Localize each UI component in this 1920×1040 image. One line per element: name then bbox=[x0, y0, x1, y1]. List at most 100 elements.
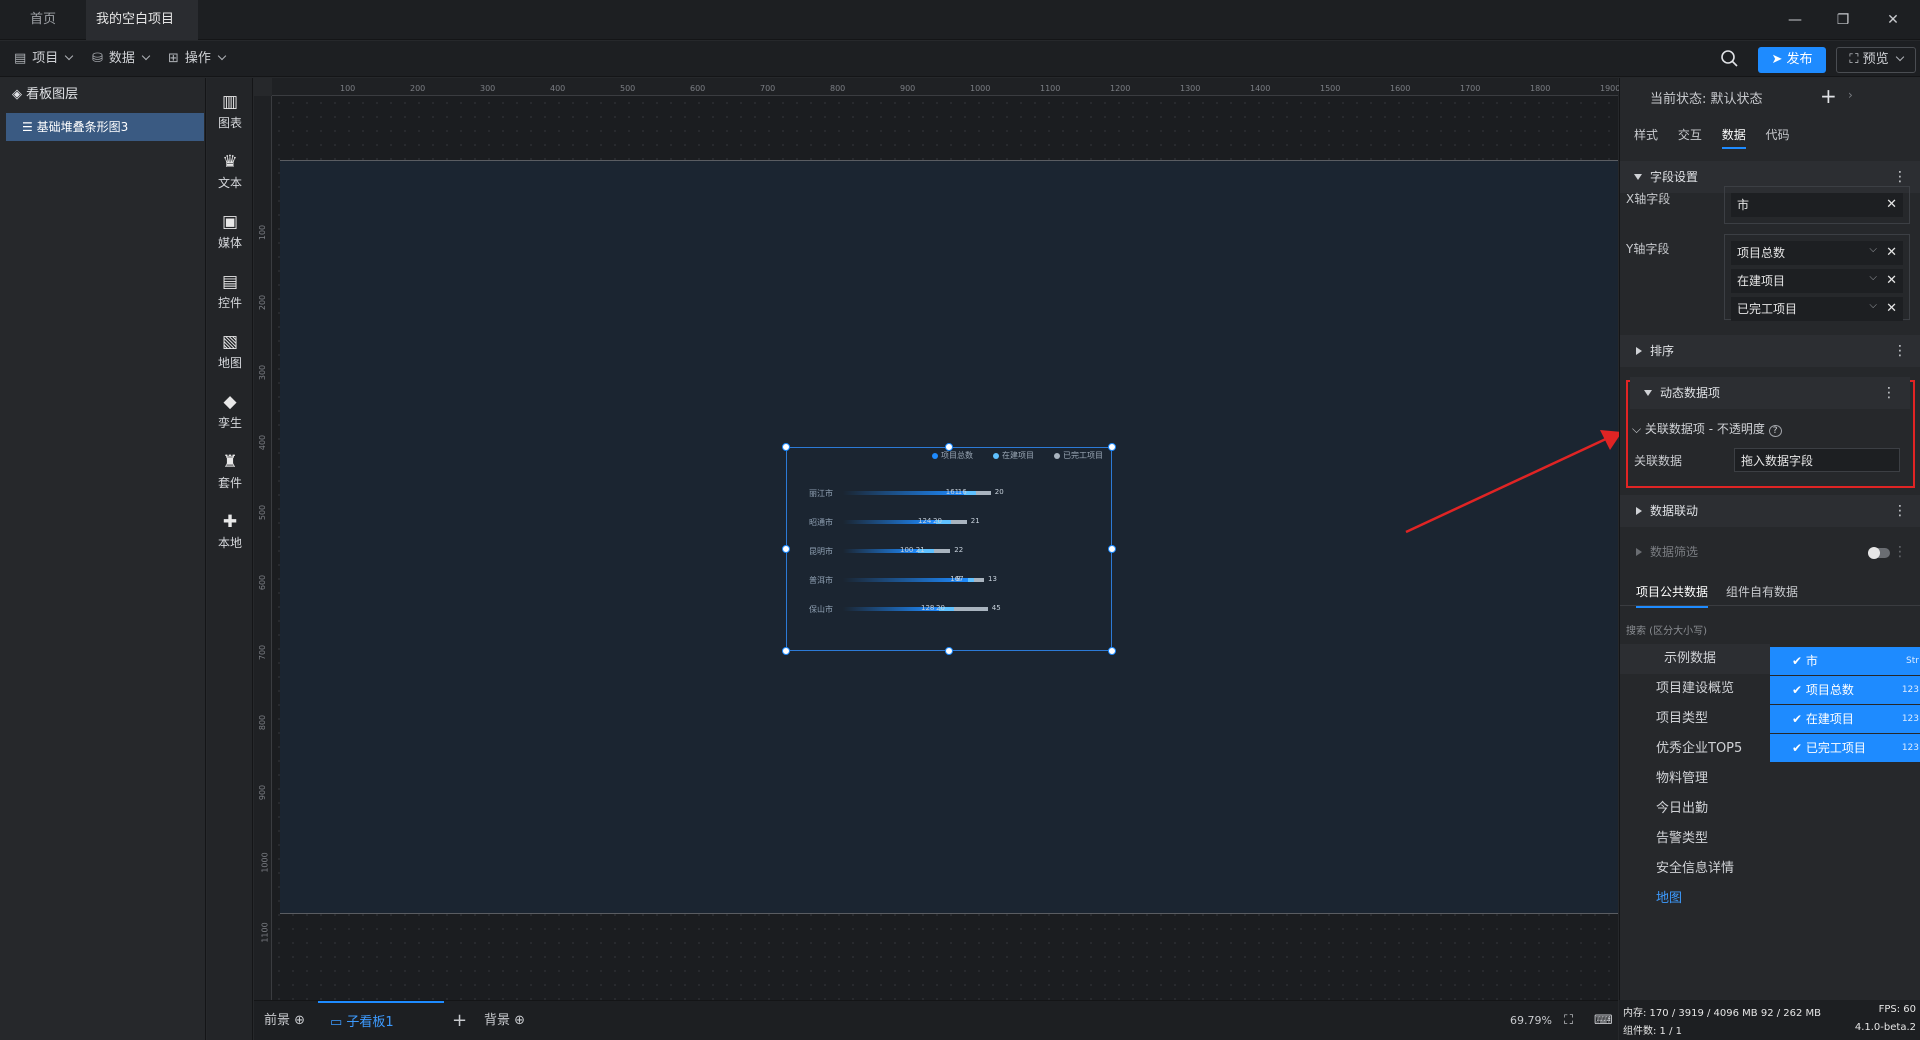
zoom-level[interactable]: 69.79% bbox=[1510, 1001, 1552, 1040]
tab-interaction[interactable]: 交互 bbox=[1678, 128, 1702, 142]
menu-project[interactable]: ▤ 项目 bbox=[14, 41, 74, 77]
front-tab[interactable]: 前景 ⊕ bbox=[264, 1001, 305, 1040]
ruler-horizontal[interactable]: 100 200 300 400 500 600 700 800 900 1000 1100 1200 1… bbox=[272, 78, 1620, 96]
selected-field-item[interactable]: ✔ 项目总数 123 bbox=[1770, 676, 1920, 704]
add-circle-icon[interactable]: ⊕ bbox=[514, 1013, 525, 1028]
resize-handle[interactable] bbox=[945, 647, 953, 655]
tool-control[interactable]: ▤ 控件 bbox=[207, 264, 253, 320]
tab-style[interactable]: 样式 bbox=[1634, 128, 1658, 142]
fit-screen-icon[interactable]: ⛶ bbox=[1564, 1001, 1573, 1040]
tab-public-data[interactable]: 项目公共数据 bbox=[1636, 583, 1709, 608]
tool-label: 媒体 bbox=[217, 236, 242, 250]
data-category-item[interactable]: 今日出勤 bbox=[1620, 794, 1770, 824]
field-type: 123 bbox=[1901, 714, 1919, 724]
y-field-chip[interactable]: 项目总数 ⌵ ✕ bbox=[1731, 241, 1903, 265]
y-field-chip[interactable]: 已完工项目 ⌵ ✕ bbox=[1731, 297, 1903, 321]
resize-handle[interactable] bbox=[1108, 545, 1116, 553]
x-field-box[interactable]: 市 ✕ bbox=[1724, 186, 1910, 224]
board-tab[interactable]: ▭ 子看板1 bbox=[318, 1001, 444, 1040]
tool-label: 地图 bbox=[217, 356, 242, 370]
more-icon[interactable]: ⋮ bbox=[1893, 495, 1907, 527]
close-icon[interactable]: ✕ bbox=[1880, 8, 1906, 32]
selected-field-item[interactable]: ✔ 已完工项目 123 bbox=[1770, 734, 1920, 762]
x-field-chip[interactable]: 市 ✕ bbox=[1731, 193, 1903, 217]
ruler-vertical[interactable]: 100 200 300 400 500 600 700 800 900 1000 1100 bbox=[254, 96, 272, 1000]
chevron-down-icon[interactable]: ⌵ bbox=[1869, 238, 1877, 262]
minimize-icon[interactable]: — bbox=[1782, 8, 1808, 32]
link-opacity-row[interactable]: ⌵ 关联数据项 - 不透明度 ? bbox=[1632, 420, 1782, 437]
tool-kit[interactable]: ♜ 套件 bbox=[207, 444, 253, 500]
preview-button[interactable]: ⛶ 预览 bbox=[1836, 47, 1916, 73]
properties-panel: 当前状态: 默认状态 + › 样式 交互 数据 代码 字段设置 ⋮ X轴字段 市 ✕… bbox=[1619, 78, 1920, 1000]
add-state-icon[interactable]: + bbox=[1820, 84, 1837, 108]
tab-code[interactable]: 代码 bbox=[1766, 128, 1790, 142]
more-icon[interactable]: ⋮ bbox=[1893, 335, 1907, 367]
tool-text[interactable]: ♛ 文本 bbox=[207, 144, 253, 200]
data-category-item[interactable]: 物料管理 bbox=[1620, 764, 1770, 794]
add-board-icon[interactable]: + bbox=[452, 1001, 467, 1040]
resize-handle[interactable] bbox=[782, 443, 790, 451]
filter-toggle[interactable] bbox=[1868, 547, 1890, 559]
bar-segment[interactable] bbox=[974, 578, 984, 582]
menu-operate[interactable]: ⊞ 操作 bbox=[168, 41, 227, 77]
data-category-item[interactable]: 项目建设概览 bbox=[1620, 674, 1770, 704]
bar-segment[interactable] bbox=[933, 549, 951, 553]
add-circle-icon[interactable]: ⊕ bbox=[294, 1013, 305, 1028]
help-icon[interactable]: ? bbox=[1768, 425, 1782, 437]
remove-icon[interactable]: ✕ bbox=[1886, 241, 1897, 265]
bar-segment[interactable] bbox=[954, 607, 988, 611]
resize-handle[interactable] bbox=[1108, 443, 1116, 451]
remove-icon[interactable]: ✕ bbox=[1886, 297, 1897, 321]
search-field[interactable]: 搜索 (区分大小写) bbox=[1626, 622, 1707, 637]
remove-icon[interactable]: ✕ bbox=[1886, 193, 1897, 217]
data-category-item[interactable]: 地图 bbox=[1620, 884, 1770, 914]
resize-handle[interactable] bbox=[1108, 647, 1116, 655]
selected-field-item[interactable]: ✔ 在建项目 123 bbox=[1770, 705, 1920, 733]
source-tabs: 项目公共数据 组件自有数据 bbox=[1620, 576, 1920, 608]
selected-field-item[interactable]: ✔ 市 Str bbox=[1770, 647, 1920, 675]
restore-icon[interactable]: ❐ bbox=[1830, 8, 1856, 32]
layer-item[interactable]: ☰ 基础堆叠条形图3 bbox=[6, 113, 204, 141]
chevron-down-icon[interactable]: ⌵ bbox=[1869, 266, 1877, 290]
resize-handle[interactable] bbox=[782, 545, 790, 553]
tool-chart[interactable]: ▥ 图表 bbox=[207, 84, 253, 140]
y-field-chip[interactable]: 在建项目 ⌵ ✕ bbox=[1731, 269, 1903, 293]
chevron-down-icon[interactable]: ⌵ bbox=[1869, 294, 1877, 318]
section-linkage[interactable]: 数据联动 ⋮ bbox=[1620, 495, 1920, 527]
data-category-item[interactable]: 优秀企业TOP5 bbox=[1620, 734, 1770, 764]
tab-data[interactable]: 数据 bbox=[1721, 128, 1746, 149]
search-icon[interactable] bbox=[1720, 49, 1740, 69]
tab-project[interactable]: 我的空白项目 bbox=[86, 0, 198, 64]
tab-own-data[interactable]: 组件自有数据 bbox=[1726, 583, 1798, 600]
tool-local[interactable]: ✚ 本地 bbox=[207, 504, 253, 560]
tab-home[interactable]: 首页 bbox=[0, 0, 86, 40]
state-value: 默认状态 bbox=[1710, 92, 1763, 107]
tool-map[interactable]: ▧ 地图 bbox=[207, 324, 253, 380]
tool-media[interactable]: ▣ 媒体 bbox=[207, 204, 253, 260]
data-category-item[interactable]: 示例数据 bbox=[1620, 644, 1770, 674]
drag-field-input[interactable]: 拖入数据字段 bbox=[1734, 448, 1900, 472]
resize-handle[interactable] bbox=[782, 647, 790, 655]
tool-twin[interactable]: ◆ 孪生 bbox=[207, 384, 253, 440]
bar-segment[interactable] bbox=[975, 491, 991, 495]
data-category-item[interactable]: 安全信息详情 bbox=[1620, 854, 1770, 884]
more-icon[interactable]: ⋮ bbox=[1882, 377, 1896, 409]
more-icon[interactable]: ⋮ bbox=[1893, 536, 1907, 568]
back-tab[interactable]: 背景 ⊕ bbox=[484, 1001, 525, 1040]
chevron-right-icon[interactable]: › bbox=[1848, 88, 1853, 102]
stacked-bar-chart[interactable]: 项目总数 在建项目 已完工项目 丽江市 161 16 20 昭通市 124 20 21 昆明市 1… bbox=[786, 447, 1112, 651]
keyboard-icon[interactable]: ⌨ bbox=[1594, 1001, 1613, 1040]
section-dynamic-data[interactable]: 动态数据项 ⋮ bbox=[1630, 377, 1910, 409]
section-filter[interactable]: 数据筛选 ⋮ bbox=[1620, 536, 1920, 568]
publish-button[interactable]: ➤ 发布 bbox=[1758, 47, 1826, 73]
remove-icon[interactable]: ✕ bbox=[1886, 269, 1897, 293]
status-bar: 内存: 170 / 3919 / 4096 MB 92 / 262 MB FPS… bbox=[1619, 1000, 1920, 1040]
data-category-item[interactable]: 项目类型 bbox=[1620, 704, 1770, 734]
data-category-item[interactable]: 告警类型 bbox=[1620, 824, 1770, 854]
bar-segment[interactable] bbox=[951, 520, 967, 524]
menu-data[interactable]: ⛁ 数据 bbox=[92, 41, 151, 77]
resize-handle[interactable] bbox=[945, 443, 953, 451]
section-sort[interactable]: 排序 ⋮ bbox=[1620, 335, 1920, 367]
tool-label: 图表 bbox=[217, 116, 242, 130]
y-field-box[interactable]: 项目总数 ⌵ ✕ 在建项目 ⌵ ✕ 已完工项目 ⌵ ✕ bbox=[1724, 234, 1910, 321]
